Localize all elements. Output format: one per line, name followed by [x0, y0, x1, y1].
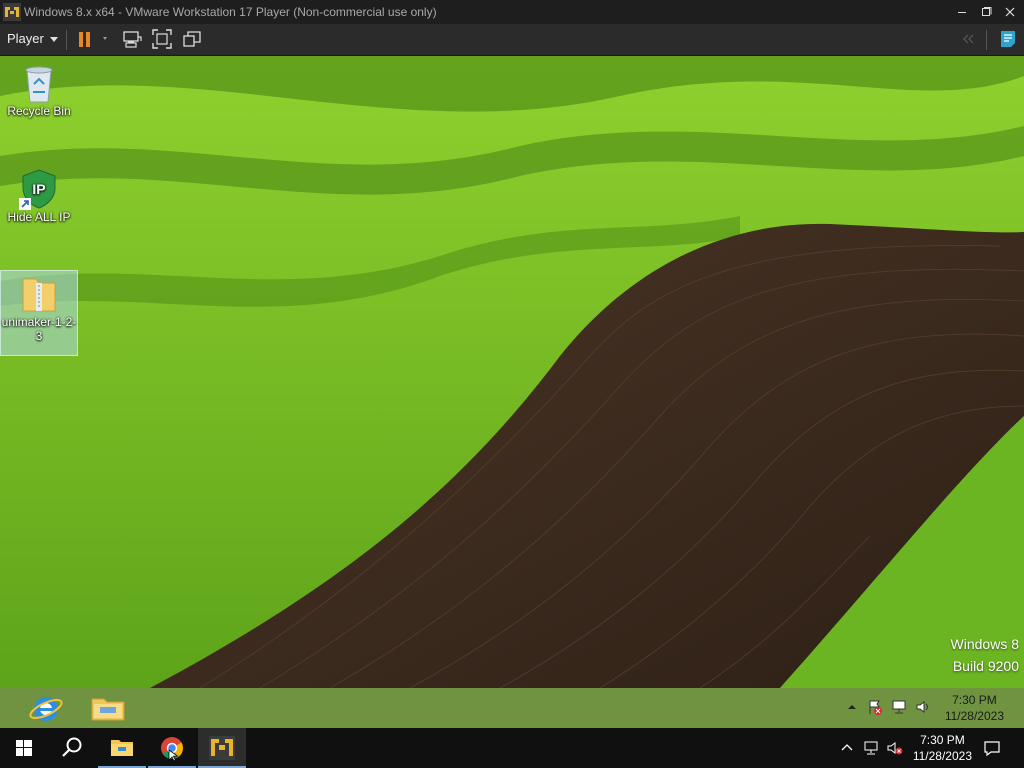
maximize-icon	[982, 7, 992, 16]
pause-button[interactable]	[73, 27, 111, 51]
guest-clock-time: 7:30 PM	[952, 693, 997, 707]
message-log-icon	[1001, 31, 1015, 47]
guest-taskbar: 7:30 PM 11/28/2023	[0, 688, 1024, 728]
volume-icon	[916, 701, 928, 713]
send-ctrl-alt-del-icon	[123, 31, 142, 48]
unity-icon	[183, 31, 201, 47]
host-volume-button[interactable]	[886, 739, 904, 757]
send-ctrl-alt-del-button[interactable]	[120, 27, 144, 51]
minimize-button[interactable]	[950, 0, 974, 24]
desktop-icon-label: unimaker-1-2-3	[1, 315, 77, 343]
search-button[interactable]	[48, 728, 96, 768]
desktop-icon-label: Recycle Bin	[7, 104, 71, 118]
chrome-icon	[161, 737, 183, 762]
show-hidden-icons-icon	[841, 744, 853, 751]
host-clock[interactable]: 7:30 PM 11/28/2023	[913, 732, 972, 764]
zip-folder-icon	[19, 273, 59, 315]
maximize-button[interactable]	[974, 0, 998, 24]
vmware-logo-icon	[3, 3, 21, 21]
guest-action-center-button[interactable]	[866, 698, 884, 716]
library-collapse-button[interactable]	[956, 27, 980, 51]
file-explorer-icon	[91, 698, 125, 721]
svg-text:IP: IP	[32, 181, 45, 197]
window-title: Windows 8.x x64 - VMware Workstation 17 …	[24, 5, 437, 19]
guest-show-hidden-icons-button[interactable]	[843, 698, 861, 716]
fullscreen-icon	[152, 29, 172, 49]
minimize-icon	[958, 12, 966, 13]
guest-file-explorer-taskbar-button[interactable]	[88, 690, 128, 726]
host-clock-time: 7:30 PM	[920, 733, 965, 747]
internet-explorer-icon	[29, 697, 63, 721]
player-menu-label: Player	[7, 31, 44, 46]
show-hidden-icons-icon	[848, 705, 856, 709]
pause-icon	[79, 32, 107, 47]
action-center-flag-icon	[869, 700, 882, 715]
player-menu-button[interactable]: Player	[3, 28, 62, 50]
close-icon	[1005, 7, 1015, 17]
close-button[interactable]	[998, 0, 1022, 24]
vmware-player-icon	[209, 736, 235, 760]
notifications-button[interactable]	[983, 739, 1001, 757]
chrome-taskbar-button[interactable]	[148, 728, 196, 768]
unimaker-folder-shortcut[interactable]: unimaker-1-2-3	[0, 270, 78, 356]
guest-network-button[interactable]	[890, 698, 908, 716]
unity-button[interactable]	[180, 27, 204, 51]
windows-version-watermark: Windows 8	[950, 636, 1019, 652]
vmware-toolbar: Player	[0, 24, 1024, 56]
network-icon	[892, 700, 906, 714]
desktop-icon-label: Hide ALL IP	[7, 210, 71, 224]
guest-clock[interactable]: 7:30 PM 11/28/2023	[945, 692, 1004, 724]
windows-start-icon	[16, 740, 32, 756]
guest-volume-button[interactable]	[914, 698, 932, 716]
volume-muted-icon	[887, 742, 903, 755]
recycle-bin-shortcut[interactable]: Recycle Bin	[1, 62, 77, 132]
wallpaper-fields	[0, 56, 1024, 688]
shield-ip-icon: IP	[19, 168, 59, 210]
network-icon	[864, 741, 878, 755]
recycle-bin-icon	[19, 62, 59, 104]
host-network-button[interactable]	[862, 739, 880, 757]
chevron-down-icon	[49, 37, 58, 43]
fullscreen-button[interactable]	[150, 27, 174, 51]
host-show-hidden-icons-button[interactable]	[838, 739, 856, 757]
host-file-explorer-taskbar-button[interactable]	[98, 728, 146, 768]
guest-clock-date: 11/28/2023	[944, 709, 1004, 723]
search-icon	[62, 737, 82, 757]
vmware-title-bar[interactable]: Windows 8.x x64 - VMware Workstation 17 …	[0, 0, 1024, 24]
host-clock-date: 11/28/2023	[912, 749, 972, 763]
file-explorer-icon	[111, 740, 133, 756]
host-taskbar: 7:30 PM 11/28/2023	[0, 728, 1024, 768]
hide-all-ip-shortcut[interactable]: IP Hide ALL IP	[1, 168, 77, 238]
vmware-player-taskbar-button[interactable]	[198, 728, 246, 768]
start-button[interactable]	[0, 728, 48, 768]
notifications-icon	[984, 741, 1000, 757]
toolbar-divider	[66, 30, 67, 50]
windows-build-watermark: Build 9200	[952, 658, 1019, 674]
message-log-button[interactable]	[996, 27, 1020, 51]
internet-explorer-taskbar-button[interactable]	[26, 690, 66, 726]
library-collapse-icon	[963, 34, 974, 44]
guest-desktop[interactable]: Recycle Bin IP Hide ALL IP unimaker-1-2-…	[0, 56, 1024, 688]
toolbar-divider	[986, 30, 987, 50]
